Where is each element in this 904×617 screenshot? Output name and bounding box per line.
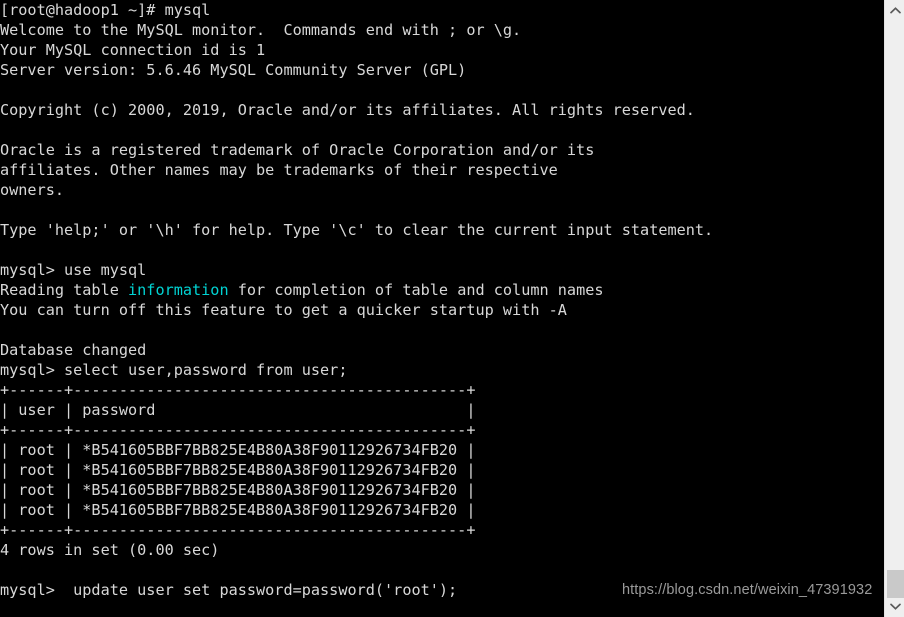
- terminal-line: 4 rows in set (0.00 sec): [0, 541, 220, 559]
- terminal-line: Copyright (c) 2000, 2019, Oracle and/or …: [0, 101, 695, 119]
- terminal-line: +------+--------------------------------…: [0, 521, 476, 539]
- terminal-line: Oracle is a registered trademark of Orac…: [0, 141, 595, 159]
- chevron-up-icon: [889, 7, 901, 14]
- terminal-line: +------+--------------------------------…: [0, 421, 476, 439]
- terminal-line: | user | password |: [0, 401, 476, 419]
- terminal-line: Reading table information for completion…: [0, 280, 884, 300]
- terminal-text-segment: Reading table: [0, 281, 129, 299]
- terminal-text-segment: for completion of table and column names: [228, 281, 604, 299]
- terminal-line: affiliates. Other names may be trademark…: [0, 161, 558, 179]
- scroll-up-button[interactable]: [885, 1, 904, 20]
- terminal-line: Type 'help;' or '\h' for help. Type '\c'…: [0, 221, 714, 239]
- terminal-highlighted-word: information: [128, 281, 229, 299]
- vertical-scrollbar[interactable]: [884, 0, 904, 617]
- terminal-line: Welcome to the MySQL monitor. Commands e…: [0, 21, 522, 39]
- terminal-line: owners.: [0, 181, 65, 199]
- terminal-line: mysql> use mysql: [0, 261, 147, 279]
- terminal-line: | root | *B541605BBF7BB825E4B80A38F90112…: [0, 501, 476, 519]
- terminal-line: +------+--------------------------------…: [0, 381, 476, 399]
- terminal-line: | root | *B541605BBF7BB825E4B80A38F90112…: [0, 441, 476, 459]
- screenshot-root: [root@hadoop1 ~]# mysql Welcome to the My…: [0, 0, 904, 617]
- terminal-line: | root | *B541605BBF7BB825E4B80A38F90112…: [0, 461, 476, 479]
- terminal-line: Database changed: [0, 341, 147, 359]
- watermark-url: https://blog.csdn.net/weixin_47391932: [622, 582, 873, 598]
- terminal-output[interactable]: [root@hadoop1 ~]# mysql Welcome to the My…: [0, 0, 884, 617]
- terminal-line: Server version: 5.6.46 MySQL Community S…: [0, 61, 467, 79]
- terminal-line: [root@hadoop1 ~]# mysql: [0, 1, 211, 19]
- chevron-down-icon: [889, 603, 901, 610]
- terminal-line: mysql> select user,password from user;: [0, 361, 348, 379]
- scrollbar-thumb[interactable]: [887, 570, 904, 598]
- terminal-line: Your MySQL connection id is 1: [0, 41, 266, 59]
- terminal-line: | root | *B541605BBF7BB825E4B80A38F90112…: [0, 481, 476, 499]
- terminal-line: You can turn off this feature to get a q…: [0, 301, 567, 319]
- scroll-down-button[interactable]: [885, 597, 904, 616]
